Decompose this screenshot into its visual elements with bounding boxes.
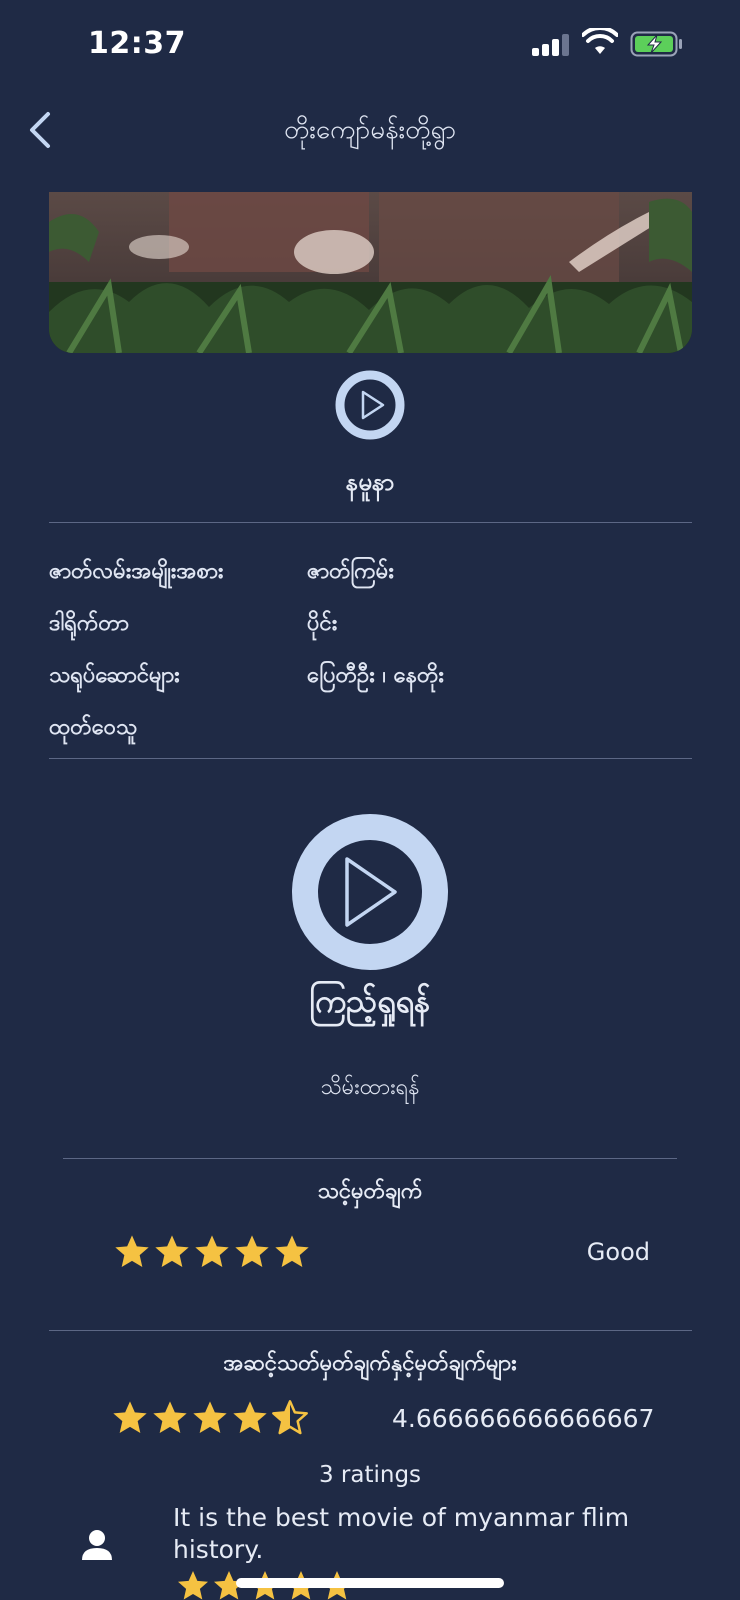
divider xyxy=(49,758,692,759)
save-button[interactable]: သိမ်းထားရန် xyxy=(0,1072,740,1105)
detail-row-director: ဒါရိုက်တာ ပိုင်း xyxy=(49,608,692,648)
cellular-signal-icon xyxy=(532,34,572,56)
producer-label: ထုတ်ဝေသူ xyxy=(49,715,138,740)
battery-charging-icon xyxy=(630,31,682,57)
divider xyxy=(49,522,692,523)
star-half-icon xyxy=(272,1400,308,1435)
back-button[interactable] xyxy=(22,108,58,152)
wifi-icon xyxy=(582,28,618,54)
detail-row-cast: သရုပ်ဆောင်များ ပြေတီဦး ၊ နေတိုး xyxy=(49,660,692,700)
average-rating-stars xyxy=(110,1398,310,1440)
review-text: It is the best movie of myanmar flim his… xyxy=(173,1503,630,1564)
ratings-reviews-title: အဆင့်သတ်မှတ်ချက်နှင့်မှတ်ချက်များ xyxy=(223,1351,517,1376)
detail-row-producer: ထုတ်ဝေသူ xyxy=(49,712,692,752)
director-value: ပိုင်း xyxy=(307,611,338,636)
divider xyxy=(49,1330,692,1331)
home-indicator[interactable] xyxy=(236,1578,504,1588)
star-icon xyxy=(193,1401,227,1433)
star-icon xyxy=(153,1401,187,1433)
star-icon xyxy=(233,1401,267,1433)
genre-value: ဇာတ်ကြမ်း xyxy=(307,559,394,584)
star-icon xyxy=(113,1401,147,1433)
genre-label: ဇာတ်လမ်းအမျိုးအစား xyxy=(49,559,224,584)
status-bar: 12:37 xyxy=(0,0,740,90)
movie-title: နမူနာ xyxy=(345,468,395,496)
cast-label: သရုပ်ဆောင်များ xyxy=(49,663,180,688)
star-icon[interactable] xyxy=(272,1232,312,1272)
star-icon[interactable] xyxy=(232,1232,272,1272)
page-title: တိုးကျော်မန်းတို့ရွာ xyxy=(283,115,457,145)
director-label: ဒါရိုက်တာ xyxy=(49,611,129,636)
star-icon[interactable] xyxy=(192,1232,232,1272)
user-avatar-icon xyxy=(82,1530,112,1560)
watch-button[interactable]: ကြည့်ရှုရန် xyxy=(0,980,740,1028)
watch-play-button[interactable] xyxy=(292,814,448,970)
play-trailer-button[interactable] xyxy=(335,370,405,440)
movie-banner-image[interactable] xyxy=(49,192,692,353)
movie-detail-screen: 12:37 တိုးကျော်မန်းတို့ရွာ နမူနာ ဇာတ်လမ်… xyxy=(0,0,740,1600)
cast-value: ပြေတီဦး ၊ နေတိုး xyxy=(307,663,444,688)
divider xyxy=(63,1158,677,1159)
star-icon[interactable] xyxy=(112,1232,152,1272)
status-time: 12:37 xyxy=(88,26,186,61)
star-icon[interactable] xyxy=(152,1232,192,1272)
star-icon xyxy=(178,1571,208,1600)
average-rating-value: 4.666666666666667 xyxy=(392,1404,655,1433)
rating-count: 3 ratings xyxy=(318,1462,422,1488)
your-rating-title: သင့်မှတ်ချက် xyxy=(317,1179,423,1204)
your-rating-stars[interactable] xyxy=(112,1232,312,1274)
detail-row-genre: ဇာတ်လမ်းအမျိုးအစား ဇာတ်ကြမ်း xyxy=(49,556,692,596)
your-rating-label: Good xyxy=(586,1238,650,1266)
